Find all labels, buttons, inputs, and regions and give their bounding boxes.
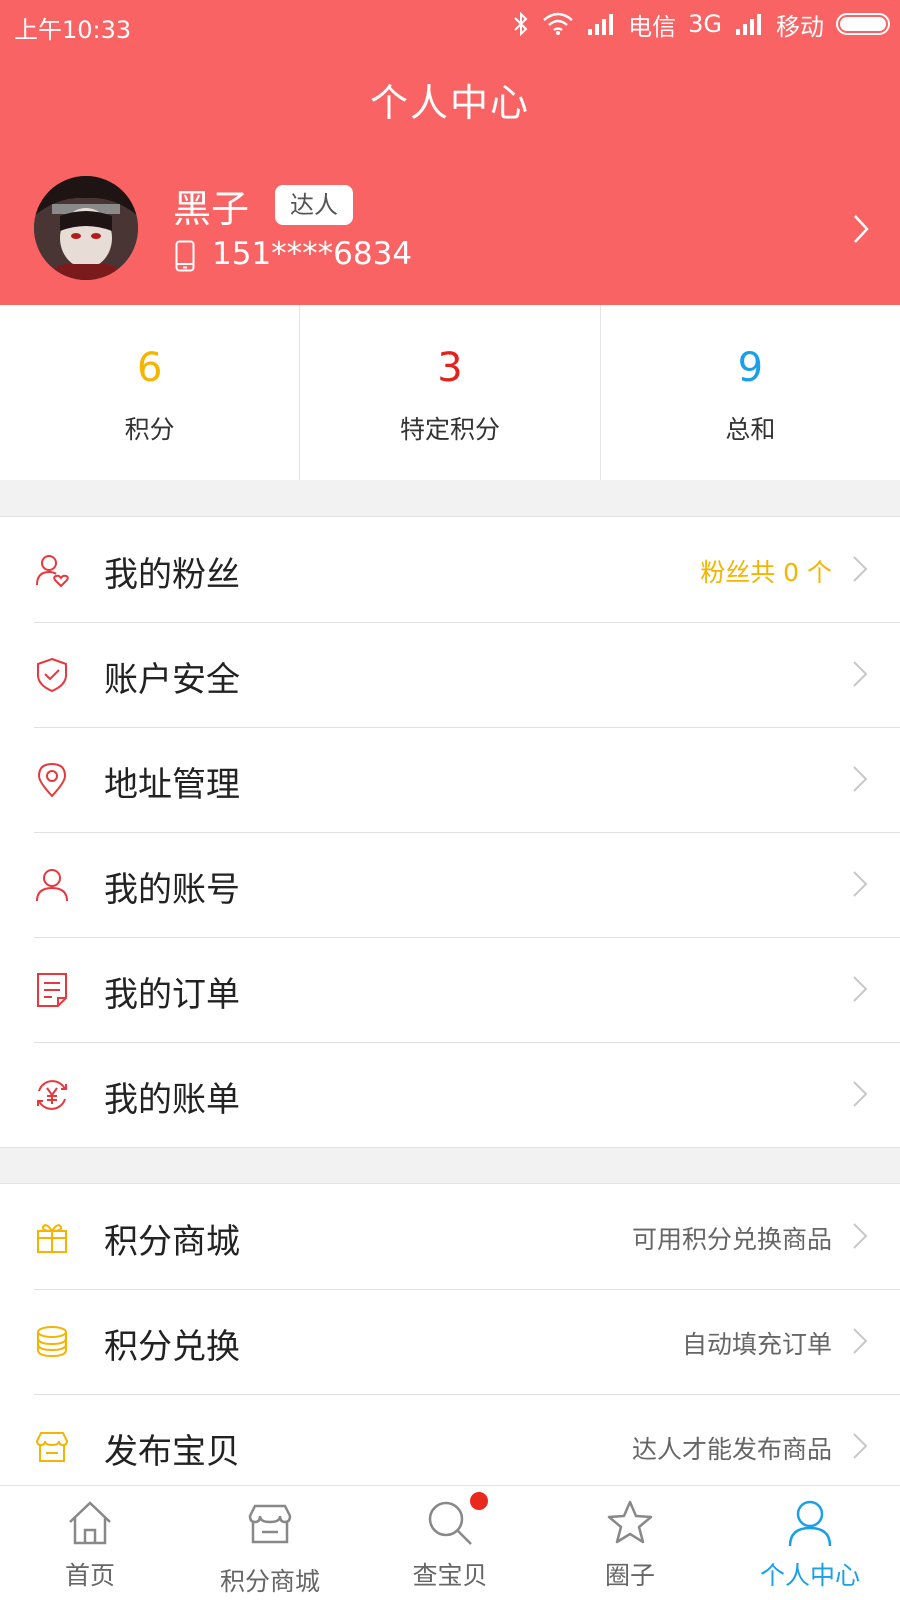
bill-icon <box>37 1080 67 1110</box>
menu-item-fans[interactable]: 我的粉丝 粉丝共 0 个 <box>0 517 900 622</box>
tab-circle[interactable]: 圈子 <box>540 1486 720 1600</box>
store-icon <box>35 1432 69 1462</box>
chevron-right-icon <box>853 871 868 897</box>
menu-group-points: 积分商城 可用积分兑换商品 积分兑换 自动填充订单 发布宝贝 达人才能发布商品 <box>0 1183 900 1500</box>
user-badge: 达人 <box>275 185 353 225</box>
coins-icon <box>37 1326 67 1358</box>
menu-item-label: 积分兑换 <box>104 1327 240 1367</box>
search-icon <box>428 1501 472 1545</box>
bluetooth-icon <box>514 11 528 37</box>
menu-group-account: 我的粉丝 粉丝共 0 个 账户安全 地址管理 我的账号 我的订单 我的账单 <box>0 516 900 1148</box>
menu-item-label: 积分商城 <box>104 1222 240 1262</box>
shop-icon <box>248 1504 292 1544</box>
chevron-right-icon <box>853 661 868 687</box>
menu-item-address[interactable]: 地址管理 <box>0 727 900 832</box>
menu-item-label: 我的账单 <box>104 1080 240 1120</box>
menu-item-label: 地址管理 <box>104 765 240 805</box>
menu-item-points-mall[interactable]: 积分商城 可用积分兑换商品 <box>0 1184 900 1289</box>
status-indicators: 电信 3G 移动 <box>512 8 890 41</box>
user-icon <box>36 869 68 902</box>
fans-count: 粉丝共 0 个 <box>700 558 832 587</box>
menu-item-label: 我的粉丝 <box>104 555 240 595</box>
stat-label: 总和 <box>725 415 776 444</box>
network-type: 3G <box>688 10 722 38</box>
chevron-right-icon <box>853 1223 868 1249</box>
profile-header: 上午10:33 电信 3G 移动 个人中心 黑子 达人 151****6834 <box>0 0 900 305</box>
menu-item-my-account[interactable]: 我的账号 <box>0 832 900 937</box>
stat-value: 9 <box>737 345 764 391</box>
avatar[interactable] <box>34 176 138 280</box>
tab-profile[interactable]: 个人中心 <box>720 1486 900 1600</box>
carrier-1: 电信 <box>628 12 677 41</box>
points-summary: 6 积分 3 特定积分 9 总和 <box>0 305 900 480</box>
menu-item-bills[interactable]: 我的账单 <box>0 1042 900 1147</box>
stat-label: 积分 <box>124 415 175 444</box>
gift-icon <box>37 1224 67 1253</box>
stat-special-points[interactable]: 3 特定积分 <box>299 305 599 480</box>
tab-label: 首页 <box>64 1561 115 1590</box>
menu-item-orders[interactable]: 我的订单 <box>0 937 900 1042</box>
menu-item-label: 我的账号 <box>104 870 240 910</box>
menu-item-hint: 可用积分兑换商品 <box>631 1225 832 1254</box>
menu-item-label: 发布宝贝 <box>104 1432 240 1472</box>
notification-dot <box>470 1492 488 1510</box>
shield-icon <box>37 657 67 693</box>
star-icon <box>607 1500 653 1544</box>
carrier-2: 移动 <box>776 12 824 41</box>
stat-total[interactable]: 9 总和 <box>599 305 900 480</box>
wifi-icon <box>543 12 573 35</box>
tab-search-item[interactable]: 查宝贝 <box>360 1486 540 1600</box>
menu-item-points-exchange[interactable]: 积分兑换 自动填充订单 <box>0 1289 900 1394</box>
battery-icon <box>836 13 890 35</box>
status-time: 上午10:33 <box>14 16 132 44</box>
tab-home[interactable]: 首页 <box>0 1486 180 1600</box>
order-icon <box>37 973 67 1007</box>
tab-points-mall[interactable]: 积分商城 <box>180 1486 360 1600</box>
user-name: 黑子 <box>173 187 250 231</box>
chevron-right-icon <box>853 556 868 582</box>
menu-item-label: 账户安全 <box>104 660 240 700</box>
tab-label: 积分商城 <box>219 1567 320 1596</box>
phone-icon <box>175 240 195 272</box>
menu-item-hint: 达人才能发布商品 <box>631 1435 832 1464</box>
chevron-right-icon <box>853 1433 868 1459</box>
person-icon <box>788 1500 832 1547</box>
menu-item-label: 我的订单 <box>104 975 240 1015</box>
chevron-right-icon <box>853 976 868 1002</box>
stat-points[interactable]: 6 积分 <box>0 305 299 480</box>
chevron-right-icon <box>853 1328 868 1354</box>
location-icon <box>37 762 67 798</box>
tab-label: 个人中心 <box>759 1561 860 1590</box>
user-phone: 151****6834 <box>212 236 413 272</box>
status-bar: 上午10:33 电信 3G 移动 <box>0 0 900 48</box>
signal-icon <box>588 14 614 35</box>
menu-item-publish-item[interactable]: 发布宝贝 达人才能发布商品 <box>0 1394 900 1499</box>
chevron-right-icon[interactable] <box>852 214 870 244</box>
tab-label: 查宝贝 <box>412 1561 488 1590</box>
bottom-tab-bar: 首页 积分商城 查宝贝 圈子 个人中心 <box>0 1485 900 1600</box>
chevron-right-icon <box>853 766 868 792</box>
menu-item-account-security[interactable]: 账户安全 <box>0 622 900 727</box>
home-icon <box>69 1501 111 1545</box>
chevron-right-icon <box>853 1081 868 1107</box>
signal-icon <box>736 14 761 35</box>
page-title: 个人中心 <box>369 81 530 125</box>
tab-label: 圈子 <box>604 1561 655 1590</box>
fans-icon <box>36 555 69 588</box>
stat-label: 特定积分 <box>399 415 500 444</box>
stat-value: 3 <box>437 345 463 391</box>
menu-item-hint: 自动填充订单 <box>681 1330 832 1359</box>
stat-value: 6 <box>136 345 163 391</box>
